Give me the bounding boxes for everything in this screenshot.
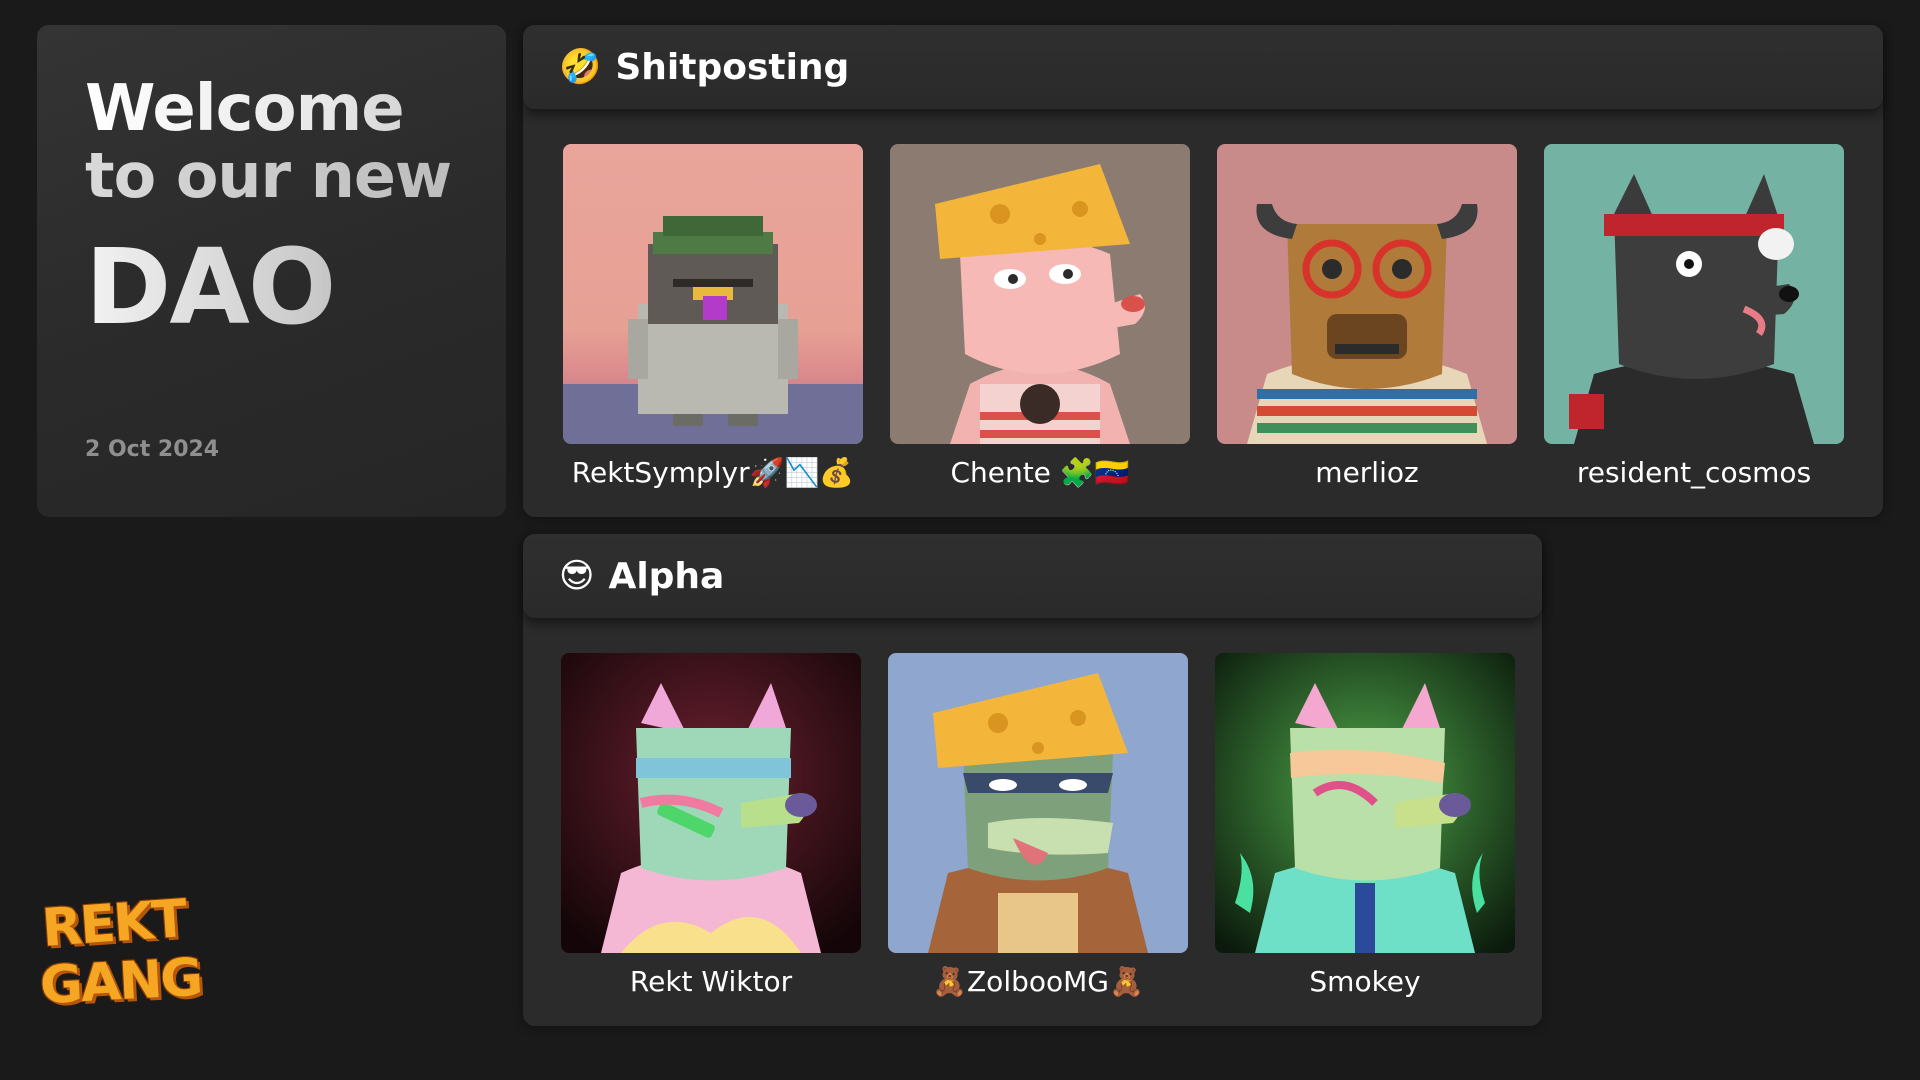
member-card[interactable]: RektSymplyr🚀📉💰: [563, 144, 863, 489]
black-wolf-avatar[interactable]: [1544, 144, 1844, 444]
rekt-gang-logo: REKT GANG: [39, 889, 203, 1026]
member-name: Rekt Wiktor: [629, 965, 793, 998]
rofl-emoji-icon: 🤣: [559, 47, 602, 87]
welcome-heading-line2: to our new: [85, 143, 506, 209]
cheese-hat-dog-avatar[interactable]: [890, 144, 1190, 444]
welcome-heading-dao: DAO: [85, 235, 506, 339]
member-name: Chente 🧩🇻🇪: [950, 456, 1130, 489]
member-name: 🧸ZolbooMG🧸: [932, 965, 1144, 998]
member-card[interactable]: 🧸ZolbooMG🧸: [888, 653, 1188, 998]
channel-panel-alpha: 😎 Alpha Rekt Wiktor 🧸ZolbooMG🧸 Smokey: [523, 534, 1542, 1026]
pixel-duck-avatar[interactable]: [563, 144, 863, 444]
logo-line1: REKT: [40, 889, 188, 959]
member-card[interactable]: Chente 🧩🇻🇪: [890, 144, 1190, 489]
channel-title: Shitposting: [615, 46, 850, 88]
welcome-date: 2 Oct 2024: [85, 437, 220, 462]
logo-line2: GANG: [38, 947, 203, 1017]
channel-header[interactable]: 😎 Alpha: [523, 534, 1542, 618]
sunglasses-emoji-icon: 😎: [559, 556, 595, 596]
dao-welcome-screen: Welcome to our new DAO 2 Oct 2024 🤣 Shit…: [0, 0, 1920, 1080]
bull-glasses-avatar[interactable]: [1217, 144, 1517, 444]
channel-header[interactable]: 🤣 Shitposting: [523, 25, 1883, 109]
member-name: RektSymplyr🚀📉💰: [571, 456, 855, 489]
member-card[interactable]: Rekt Wiktor: [561, 653, 861, 998]
channel-title: Alpha: [608, 555, 725, 597]
rainbow-wolf-avatar[interactable]: [561, 653, 861, 953]
cheese-hat-croc-avatar[interactable]: [888, 653, 1188, 953]
green-flame-wolf-avatar[interactable]: [1215, 653, 1515, 953]
member-card[interactable]: Smokey: [1215, 653, 1515, 998]
member-card[interactable]: merlioz: [1217, 144, 1517, 489]
welcome-heading-line1: Welcome: [85, 75, 506, 143]
welcome-card: Welcome to our new DAO 2 Oct 2024: [37, 25, 506, 517]
member-name: resident_cosmos: [1576, 456, 1812, 489]
member-name: merlioz: [1315, 456, 1419, 489]
member-card[interactable]: resident_cosmos: [1544, 144, 1844, 489]
channel-panel-shitposting: 🤣 Shitposting RektSymplyr🚀📉💰 Chente 🧩🇻🇪 …: [523, 25, 1883, 517]
member-name: Smokey: [1309, 965, 1421, 998]
